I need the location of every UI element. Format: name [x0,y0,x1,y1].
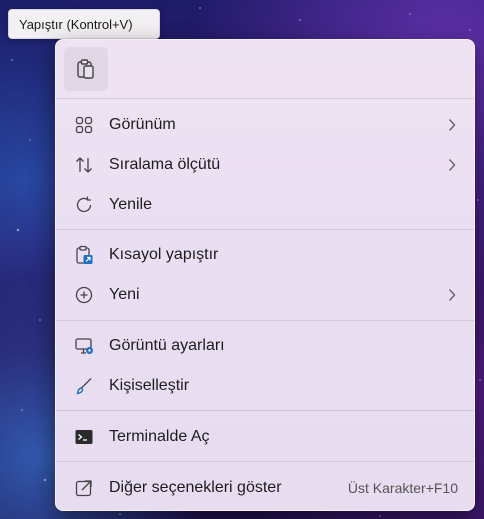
menu-item-sort-by[interactable]: Sıralama ölçütü [60,146,470,184]
menu-item-label: Yeni [109,286,140,303]
chevron-right-icon [449,289,456,301]
menu-item-label: Kişiselleştir [109,377,190,394]
add-circle-icon [75,286,93,304]
separator [56,229,474,230]
tooltip-text: Yapıştır (Kontrol+V) [19,17,133,32]
open-external-icon [75,480,92,497]
menu-item-label: Yenile [109,196,153,213]
menu-item-label: Görüntü ayarları [109,337,225,354]
paste-button[interactable] [64,47,108,91]
separator [56,98,474,99]
refresh-icon [76,196,92,213]
separator [56,461,474,462]
keyboard-shortcut: Üst Karakter+F10 [347,480,458,496]
menu-item-new[interactable]: Yeni [60,276,470,314]
chevron-right-icon [449,119,456,131]
brush-icon [76,378,92,395]
chevron-right-icon [449,159,456,171]
terminal-icon [75,430,93,444]
menu-item-refresh[interactable]: Yenile [60,186,470,224]
menu-item-label: Diğer seçenekleri göster [109,479,282,496]
separator [56,320,474,321]
menu-item-label: Görünüm [109,116,176,133]
menu-item-display-settings[interactable]: Görüntü ayarları [60,327,470,365]
menu-item-personalize[interactable]: Kişiselleştir [60,367,470,405]
separator [56,410,474,411]
menu-item-label: Sıralama ölçütü [109,156,221,173]
paste-icon [77,59,94,79]
menu-item-show-more-options[interactable]: Diğer seçenekleri göster Üst Karakter+F1… [60,469,470,507]
paste-shortcut-icon [76,245,93,264]
menu-item-open-in-terminal[interactable]: Terminalde Aç [60,418,470,456]
paste-tooltip: Yapıştır (Kontrol+V) [8,9,160,39]
desktop-context-menu: Görünüm Sıralama ölçütü Yenile Kısayol y… [55,39,475,511]
display-settings-icon [75,338,93,354]
grid-view-icon [75,116,93,134]
menu-item-view[interactable]: Görünüm [60,106,470,144]
sort-arrows-icon [76,157,92,173]
menu-item-paste-shortcut[interactable]: Kısayol yapıştır [60,236,470,274]
menu-item-label: Terminalde Aç [109,428,210,445]
menu-item-label: Kısayol yapıştır [109,246,219,263]
